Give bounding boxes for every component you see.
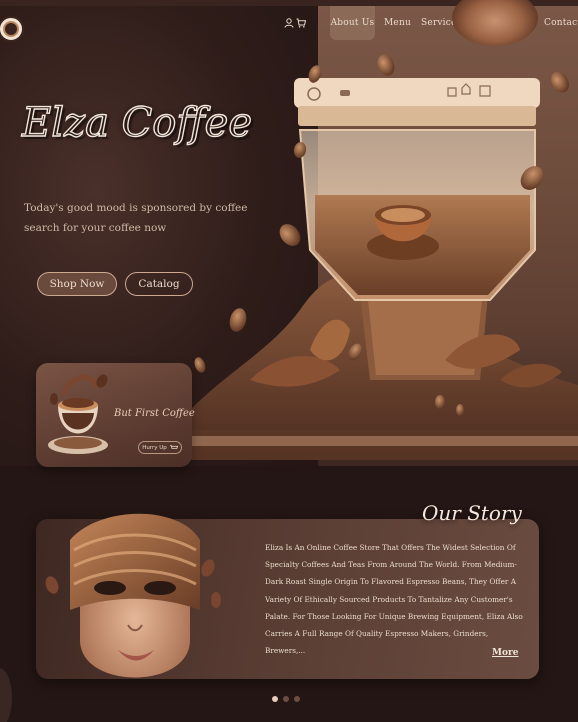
story-line: Variety Of Ethically Sourced Products To… <box>265 594 513 604</box>
nav-about-us[interactable]: About Us <box>330 6 375 40</box>
hurry-up-label: Hurry Up <box>142 444 167 451</box>
page: About Us Menu Service Contact Elza Coffe… <box>0 0 578 722</box>
nav-contact-label: Contact <box>544 18 578 28</box>
logo-cup-icon <box>3 21 19 37</box>
hero-subtitle-line-2: search for your coffee now <box>24 222 167 234</box>
our-story-text: Eliza Is An Online Coffee Store That Off… <box>265 539 527 659</box>
carousel-dot-3[interactable] <box>294 696 300 702</box>
side-decoration <box>0 668 12 722</box>
hero-subtitle-line-1: Today's good mood is sponsored by coffee <box>24 202 248 214</box>
story-line: Eliza Is An Online Coffee Store That Off… <box>265 543 516 552</box>
cart-icon[interactable] <box>296 18 306 28</box>
nav-about-us-label: About Us <box>330 18 375 28</box>
coffee-face-illustration <box>45 513 221 678</box>
user-icon[interactable] <box>284 18 294 28</box>
promo-title: But First Coffee <box>114 408 195 419</box>
catalog-button[interactable]: Catalog <box>125 272 193 296</box>
carousel-dot-1[interactable] <box>272 696 278 702</box>
shop-now-button[interactable]: Shop Now <box>37 272 117 296</box>
carousel-dot-2[interactable] <box>283 696 289 702</box>
cart-icon <box>169 445 178 449</box>
promo-card[interactable]: But First Coffee Hurry Up <box>36 363 195 467</box>
nav-contact[interactable]: Contact <box>544 6 578 40</box>
story-line: Dark Roast Single Origin To Flavored Esp… <box>265 577 516 587</box>
hero-title: Elza Coffee <box>21 99 252 146</box>
story-line: Carries A Full Range Of Quality Espresso… <box>265 629 489 656</box>
coffee-cup-illustration <box>48 374 108 454</box>
our-story-title: Our Story <box>422 501 522 525</box>
story-line: Specialty Coffees And Teas From Around T… <box>265 560 517 570</box>
nav-menu[interactable]: Menu <box>384 6 411 40</box>
hurry-up-button[interactable]: Hurry Up <box>138 441 182 454</box>
carousel-dots <box>272 696 300 702</box>
nav-menu-label: Menu <box>384 18 411 28</box>
story-line: Palate. For Those Looking For Unique Bre… <box>265 611 523 621</box>
more-link[interactable]: More <box>492 648 518 658</box>
hero-subtitle: Today's good mood is sponsored by coffee… <box>24 198 254 238</box>
nav-service[interactable]: Service <box>421 6 457 40</box>
